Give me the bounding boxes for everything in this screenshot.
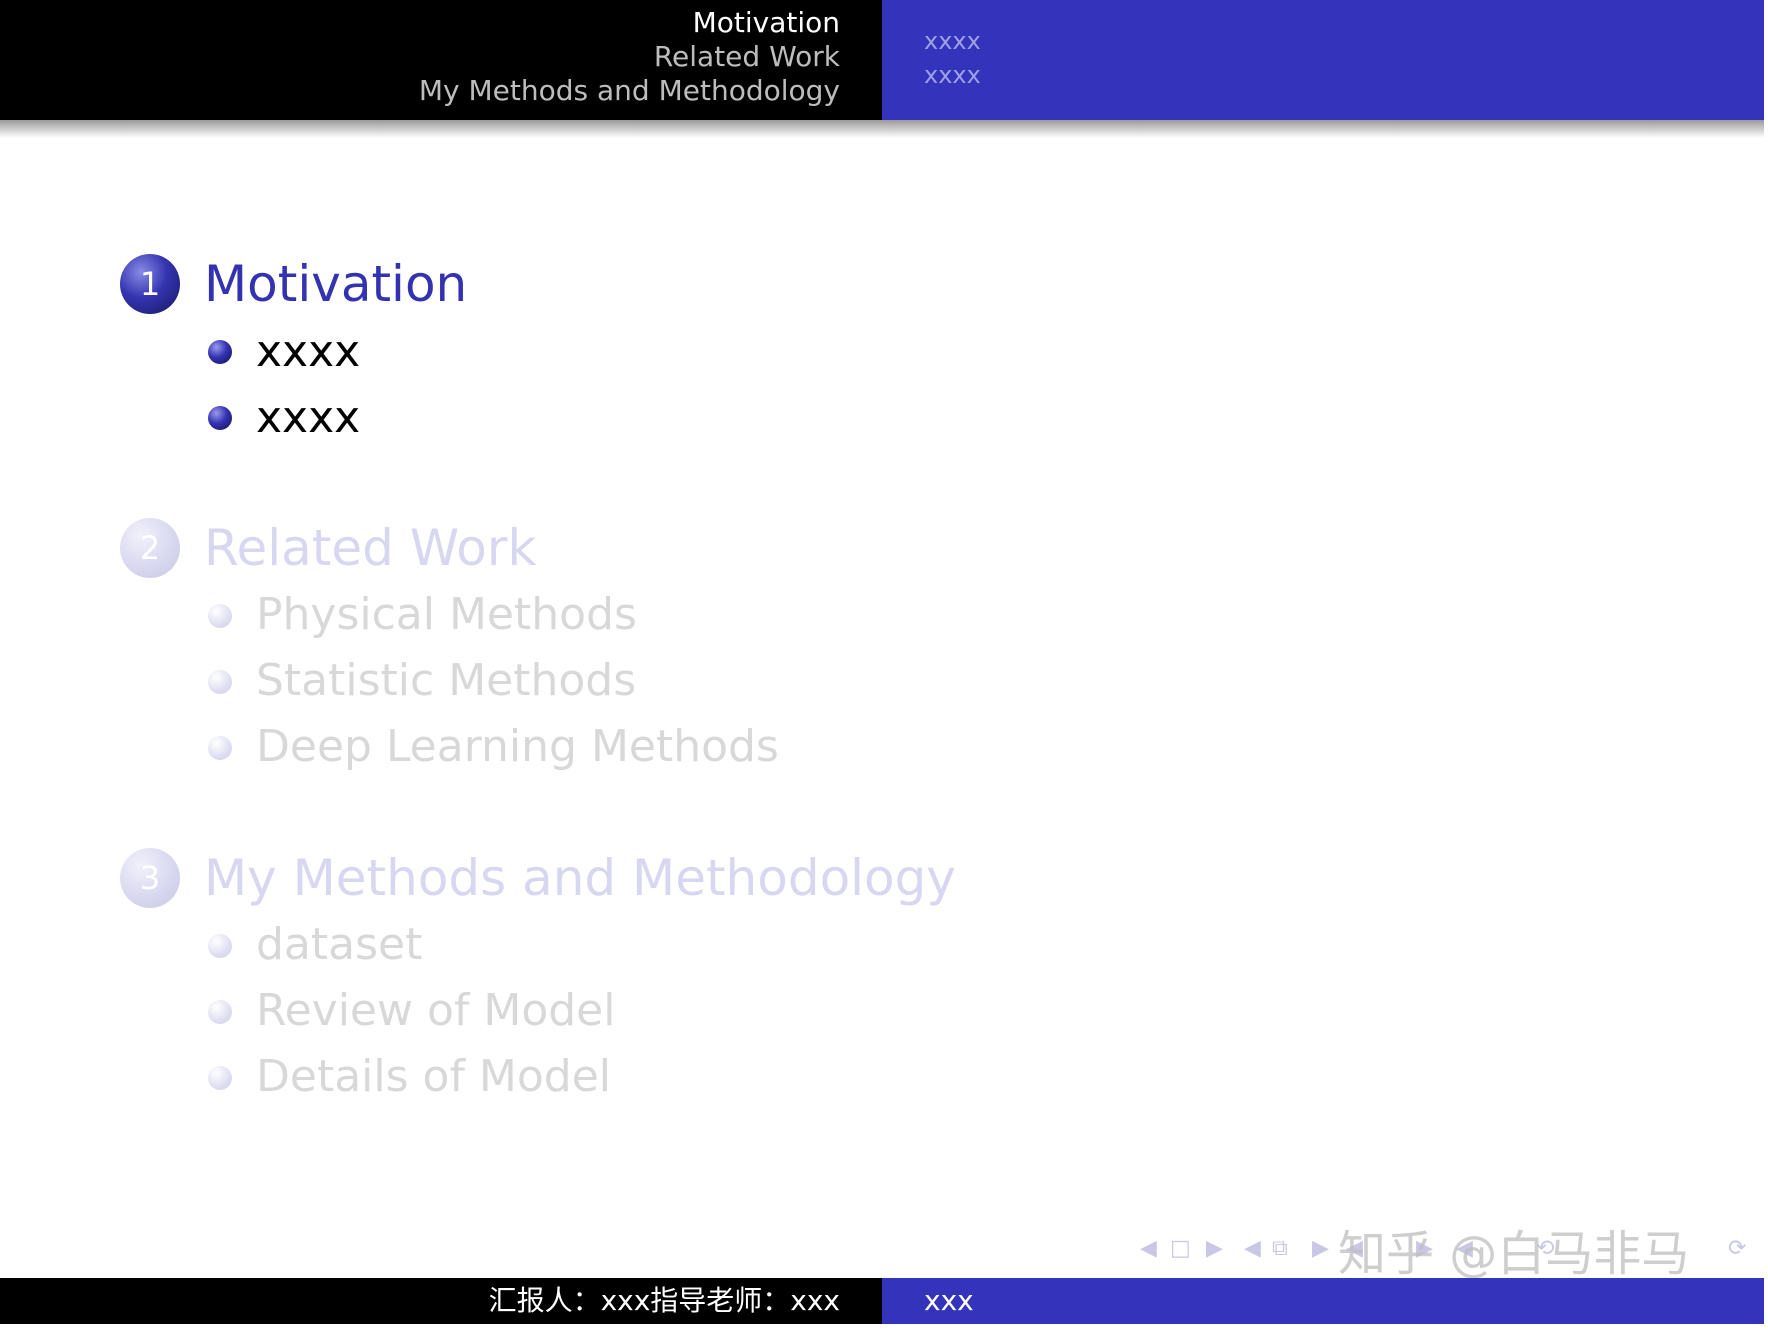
section-number-badge: 3 bbox=[120, 848, 180, 908]
toc-subsection[interactable]: Review of Model bbox=[256, 984, 615, 1038]
bullet-icon bbox=[208, 1000, 232, 1024]
toc-section-title[interactable]: Motivation bbox=[204, 254, 467, 314]
bullet-icon bbox=[208, 604, 232, 628]
watermark: 知乎 @白马非马 bbox=[1338, 1226, 1690, 1282]
toc-subsection[interactable]: xxxx bbox=[256, 325, 360, 379]
footer-title-text: xxx bbox=[924, 1284, 974, 1317]
toc-subsection[interactable]: Physical Methods bbox=[256, 588, 637, 642]
header-subsection-2[interactable]: xxxx bbox=[924, 60, 981, 90]
bullet-icon bbox=[208, 670, 232, 694]
nav-next-subsection-icon[interactable]: ▶ bbox=[1312, 1236, 1329, 1261]
header-bar: Motivation Related Work My Methods and M… bbox=[0, 0, 1764, 120]
bullet-icon bbox=[208, 934, 232, 958]
nav-back-icon[interactable]: ⟳ bbox=[1728, 1236, 1746, 1261]
bullet-icon bbox=[208, 340, 232, 364]
toc-section-title[interactable]: Related Work bbox=[204, 518, 536, 578]
header-shadow bbox=[0, 120, 1764, 138]
footer-presenter-text: 汇报人：xxx指导老师：xxx bbox=[488, 1284, 840, 1317]
header-subsection-panel: xxxx xxxx bbox=[882, 0, 1764, 120]
toc-section-title[interactable]: My Methods and Methodology bbox=[204, 848, 956, 908]
bullet-icon bbox=[208, 1066, 232, 1090]
footer-right-panel: xxx bbox=[882, 1278, 1764, 1324]
slide: Motivation Related Work My Methods and M… bbox=[0, 0, 1768, 1330]
header-section-motivation[interactable]: Motivation bbox=[693, 6, 840, 40]
nav-prev-frame-icon[interactable]: ◀ bbox=[1140, 1236, 1157, 1261]
footer-left-panel: 汇报人：xxx指导老师：xxx bbox=[0, 1278, 882, 1324]
nav-next-frame-icon[interactable]: ▶ bbox=[1206, 1236, 1223, 1261]
toc-subsection[interactable]: Details of Model bbox=[256, 1050, 611, 1104]
header-subsection-1[interactable]: xxxx bbox=[924, 26, 981, 56]
header-section-related-work[interactable]: Related Work bbox=[654, 40, 840, 74]
section-number-badge: 1 bbox=[120, 254, 180, 314]
nav-frame-icon[interactable]: □ bbox=[1170, 1236, 1191, 1261]
header-section-panel: Motivation Related Work My Methods and M… bbox=[0, 0, 882, 120]
toc-subsection[interactable]: xxxx bbox=[256, 391, 360, 445]
header-section-my-methods[interactable]: My Methods and Methodology bbox=[419, 74, 840, 108]
toc-subsection[interactable]: dataset bbox=[256, 918, 422, 972]
toc-subsection[interactable]: Statistic Methods bbox=[256, 654, 636, 708]
nav-prev-subsection-icon[interactable]: ◀ bbox=[1244, 1236, 1261, 1261]
bullet-icon bbox=[208, 736, 232, 760]
bullet-icon bbox=[208, 406, 232, 430]
nav-subsection-icon[interactable]: ⧉ bbox=[1272, 1236, 1288, 1261]
toc-subsection[interactable]: Deep Learning Methods bbox=[256, 720, 779, 774]
section-number-badge: 2 bbox=[120, 518, 180, 578]
